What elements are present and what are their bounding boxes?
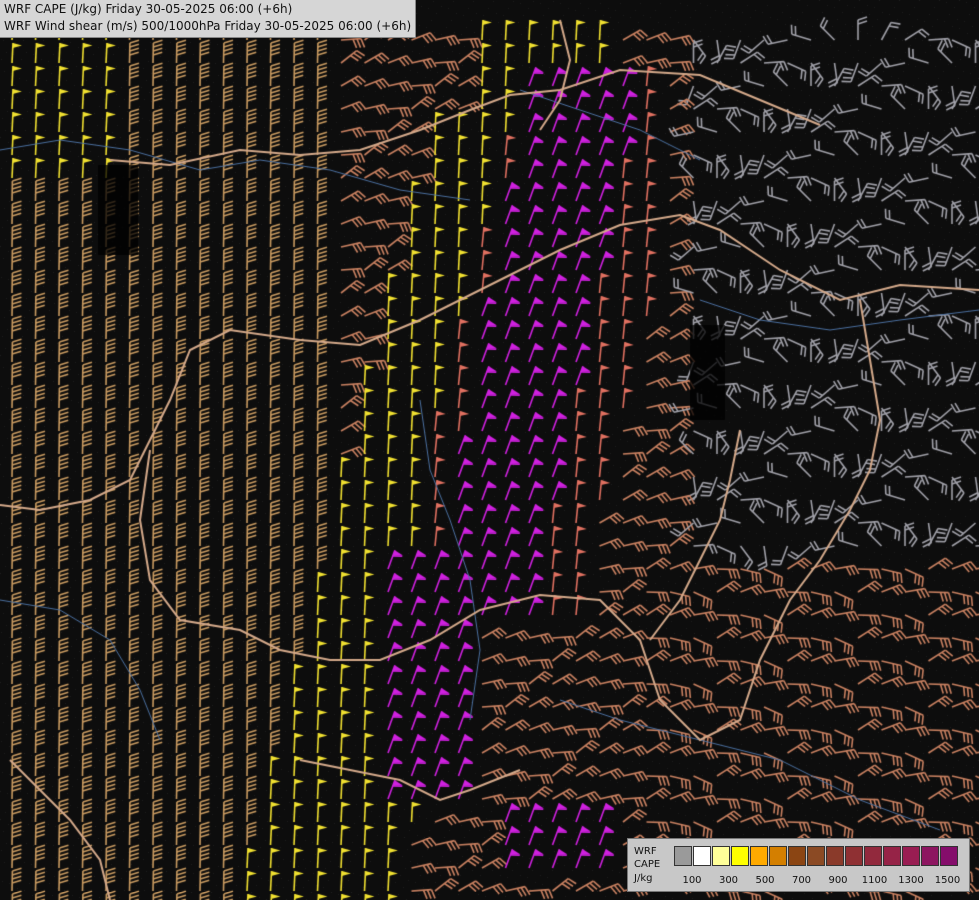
legend-swatch: [731, 846, 749, 866]
legend-swatch: [807, 846, 825, 866]
legend-swatch: [902, 846, 920, 866]
legend-tick-label: 1300: [898, 875, 924, 886]
legend-tick-label: 500: [755, 875, 775, 886]
legend-swatch: [940, 846, 958, 866]
cape-legend: WRF CAPE J/kg 100 300 500 700 900 1100 1300 150…: [627, 838, 970, 892]
legend-tick-label: 900: [828, 875, 848, 886]
legend-title-field: CAPE: [634, 859, 661, 870]
legend-swatch: [921, 846, 939, 866]
legend-swatch: [693, 846, 711, 866]
legend-tick-label: 300: [718, 875, 739, 886]
legend-swatch: [845, 846, 863, 866]
legend-tick-label: 700: [791, 875, 812, 886]
wind-shear-title: WRF Wind shear (m/s) 500/1000hPa Friday …: [4, 19, 412, 33]
legend-swatch: [750, 846, 768, 866]
legend-swatch: [788, 846, 806, 866]
legend-tick-label: 100: [682, 875, 702, 886]
legend-color-scale: [674, 846, 959, 866]
legend-tick-label: 1100: [861, 875, 888, 886]
cape-wind-shear-map: [0, 0, 979, 900]
legend-title-model: WRF: [634, 846, 657, 857]
legend-title-unit: J/kg: [634, 873, 653, 884]
legend-tick-label: 1500: [934, 875, 961, 886]
legend-swatch: [864, 846, 882, 866]
cape-title: WRF CAPE (J/kg) Friday 30-05-2025 06:00 …: [4, 2, 293, 16]
map-header: WRF CAPE (J/kg) Friday 30-05-2025 06:00 …: [0, 0, 417, 38]
legend-swatch: [712, 846, 730, 866]
legend-swatch: [674, 846, 692, 866]
legend-swatch: [769, 846, 787, 866]
legend-swatch: [826, 846, 844, 866]
legend-swatch: [883, 846, 901, 866]
